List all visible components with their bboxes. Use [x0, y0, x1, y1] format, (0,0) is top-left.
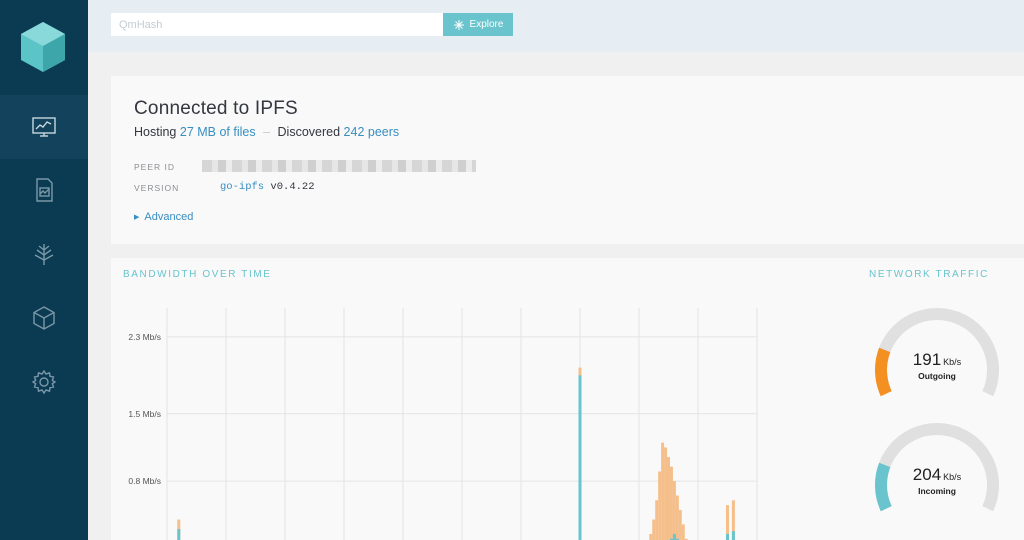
- nav-item-explore[interactable]: [0, 286, 88, 350]
- version-label: VERSION: [134, 183, 180, 193]
- chart-bar: [731, 531, 735, 540]
- chart-bar: [658, 471, 662, 540]
- discovered-label: Discovered: [277, 125, 341, 139]
- explore-button-label: Explore: [469, 19, 504, 30]
- network-traffic-title: NETWORK TRAFFIC: [869, 269, 989, 280]
- search-input[interactable]: [111, 13, 443, 36]
- incoming-label: Incoming: [918, 486, 956, 496]
- peer-id-value-redacted: [202, 160, 476, 172]
- peer-id-label: PEER ID: [134, 162, 176, 172]
- outgoing-value: 191 Kb/s: [870, 350, 1004, 370]
- document-chart-icon: [36, 178, 53, 202]
- explore-icon: [453, 19, 464, 30]
- nav-item-peers[interactable]: [0, 222, 88, 286]
- chart-bar: [726, 533, 729, 540]
- incoming-value: 204 Kb/s: [870, 465, 1004, 485]
- chart-bar: [664, 447, 668, 540]
- discovered-peers-link[interactable]: 242 peers: [344, 125, 400, 139]
- chart-bar: [177, 529, 181, 540]
- incoming-unit: Kb/s: [943, 472, 962, 482]
- advanced-toggle[interactable]: ▶ Advanced: [134, 211, 193, 223]
- version-name-link[interactable]: go-ipfs: [220, 181, 264, 193]
- chart-bar: [578, 375, 582, 540]
- chart-bar: [655, 500, 659, 540]
- version-value: go-ipfs v0.4.22: [220, 181, 315, 193]
- chart-bar: [672, 533, 676, 540]
- chart-bar: [675, 495, 679, 540]
- incoming-number: 204: [912, 465, 942, 484]
- chart-bar: [669, 466, 673, 540]
- chart-y-tick-label: 1.5 Mb/s: [128, 409, 161, 419]
- advanced-label: Advanced: [144, 211, 194, 223]
- tree-network-icon: [34, 244, 54, 265]
- version-number: v0.4.22: [270, 181, 315, 193]
- chart-bar: [652, 519, 656, 540]
- outgoing-number: 191: [912, 350, 942, 369]
- status-summary: Hosting 27 MB of files – Discovered 242 …: [134, 125, 399, 139]
- explore-button[interactable]: Explore: [443, 13, 513, 36]
- hosting-files-link[interactable]: 27 MB of files: [180, 125, 256, 139]
- bandwidth-chart: 2.3 Mb/s 1.5 Mb/s 0.8 Mb/s: [128, 308, 758, 540]
- triangle-right-icon: ▶: [134, 214, 140, 221]
- chart-bar: [661, 442, 665, 540]
- summary-separator: –: [263, 125, 271, 139]
- chart-bar: [672, 481, 676, 540]
- nav-item-status[interactable]: [0, 95, 88, 159]
- chart-y-tick-label: 0.8 Mb/s: [128, 476, 161, 486]
- page-title: Connected to IPFS: [134, 98, 298, 119]
- chart-bar: [681, 524, 685, 540]
- chart-bar: [667, 457, 670, 540]
- chart-bar: [678, 509, 682, 540]
- nav-item-files[interactable]: [0, 158, 88, 222]
- ipfs-logo-icon[interactable]: [18, 20, 68, 74]
- sidebar: [0, 0, 88, 540]
- nav-item-settings[interactable]: [0, 350, 88, 414]
- outgoing-unit: Kb/s: [943, 357, 962, 367]
- cube-icon: [33, 306, 55, 330]
- outgoing-label: Outgoing: [918, 371, 956, 381]
- chart-bar: [649, 533, 653, 540]
- hosting-label: Hosting: [134, 125, 177, 139]
- chart-y-tick-label: 2.3 Mb/s: [128, 332, 161, 342]
- gear-icon: [31, 369, 57, 395]
- monitor-chart-icon: [32, 117, 56, 137]
